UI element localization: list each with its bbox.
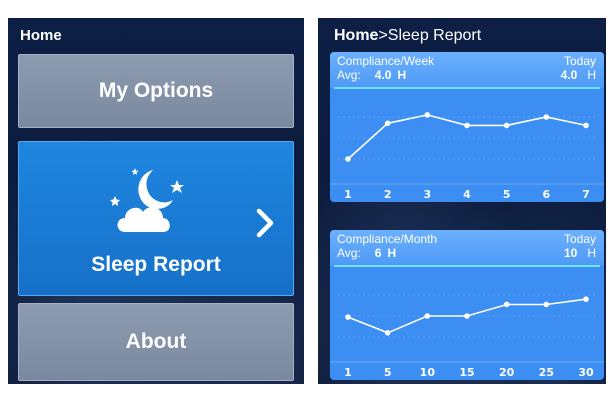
about-label: About	[125, 330, 187, 353]
sleep-report-label: Sleep Report	[91, 253, 221, 276]
monthly-x-tick-label: 25	[539, 366, 554, 379]
weekly-data-point	[583, 122, 589, 129]
monthly-x-tick-label: 30	[578, 366, 594, 379]
breadcrumb-current: Sleep Report	[387, 27, 482, 44]
breadcrumb: Home>Sleep Report	[334, 27, 481, 45]
breadcrumb-separator: >	[378, 27, 388, 44]
home-screen: Home My Options Sleep Report About	[8, 18, 304, 384]
monthly-x-tick-label: 1	[344, 366, 352, 379]
weekly-compliance-card: Compliance/Week Today Avg: 4.0 H 4.0 H 1234…	[330, 52, 604, 202]
weekly-x-tick-label: 5	[503, 188, 511, 201]
monthly-data-point	[543, 301, 550, 308]
breadcrumb-home[interactable]: Home	[334, 27, 378, 44]
moon-stars-cloud-icon	[110, 168, 184, 232]
monthly-data-point	[464, 313, 470, 319]
weekly-line-chart: 1 2 3 4 5 6 7	[330, 112, 604, 201]
monthly-data-point	[345, 314, 351, 320]
weekly-data-point	[543, 114, 550, 120]
weekly-x-tick-label: 7	[582, 188, 590, 201]
weekly-data-point	[345, 156, 351, 162]
monthly-data-point	[503, 301, 510, 308]
about-button[interactable]: About	[18, 303, 294, 381]
weekly-x-tick-label: 3	[424, 188, 432, 201]
monthly-data-point	[384, 330, 391, 336]
monthly-data-point	[424, 313, 431, 319]
monthly-data-point	[583, 296, 589, 302]
my-options-button[interactable]: My Options	[18, 54, 294, 128]
weekly-data-point	[464, 122, 470, 129]
monthly-x-tick-label: 10	[420, 366, 436, 379]
weekly-data-point	[503, 122, 510, 129]
monthly-x-tick-label: 20	[499, 366, 515, 379]
monthly-compliance-card: Compliance/Month Today Avg: 6 H 10 H 1 5 10 15…	[330, 230, 604, 380]
weekly-x-tick-label: 6	[543, 188, 551, 201]
my-options-label: My Options	[98, 79, 214, 102]
weekly-series-line	[347, 114, 587, 160]
weekly-x-tick-label: 1	[344, 188, 352, 201]
monthly-x-tick-label: 15	[459, 366, 474, 379]
weekly-x-tick-label: 2	[384, 188, 392, 201]
chevron-right-icon	[256, 208, 274, 238]
weekly-x-tick-label: 4	[463, 188, 471, 201]
weekly-data-point	[424, 112, 431, 118]
sleep-report-button[interactable]: Sleep Report	[18, 141, 294, 296]
monthly-x-tick-label: 5	[384, 366, 392, 379]
monthly-line-chart: 1 5 10 15 20 25 30	[330, 294, 604, 379]
sleep-report-screen: Home>Sleep Report Compliance/Week Today …	[318, 18, 606, 384]
page-title: Home	[20, 27, 62, 44]
weekly-data-point	[384, 120, 391, 127]
